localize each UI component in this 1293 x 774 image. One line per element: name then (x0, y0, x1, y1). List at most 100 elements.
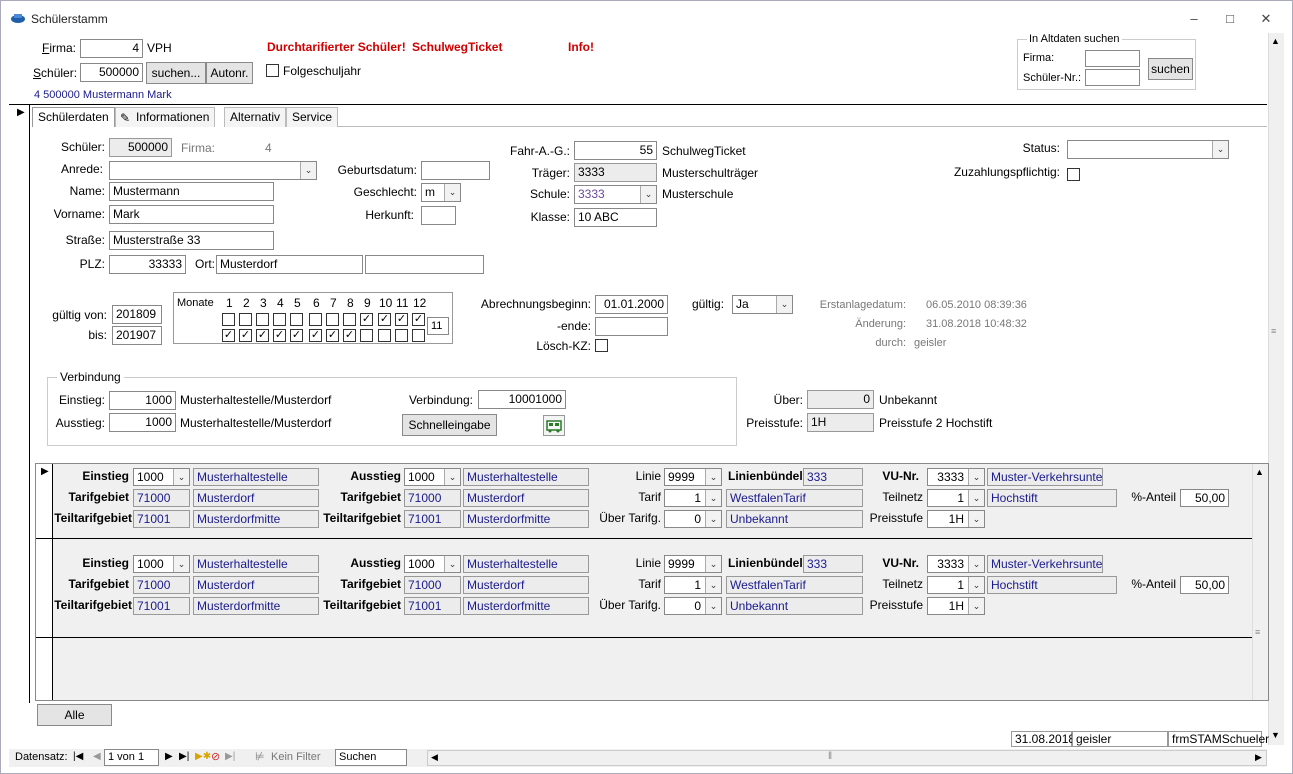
strasse-input[interactable]: Musterstraße 33 (109, 231, 274, 250)
route-tarif-select[interactable]: 1 ⌄ (664, 489, 722, 507)
month-checkbox[interactable] (290, 313, 303, 326)
new-record-icon[interactable]: ▶✱ (195, 751, 211, 762)
route-a-teiltarifgebiet-input[interactable]: 71001 (404, 597, 461, 615)
minimize-button[interactable]: – (1180, 9, 1208, 29)
month-checkbox[interactable]: ✓ (239, 329, 252, 342)
tab-informationen[interactable]: ✎ Informationen (115, 107, 216, 127)
close-button[interactable]: ✕ (1252, 9, 1280, 29)
preisstufe-input[interactable]: 1H (807, 413, 874, 432)
tab-schuelerdaten[interactable]: Schülerdaten (32, 107, 115, 127)
schule-select[interactable]: 3333 ⌄ (574, 185, 657, 204)
month-checkbox[interactable] (360, 329, 373, 342)
suchen-button[interactable]: suchen... (146, 62, 206, 84)
altdaten-suchen-button[interactable]: suchen (1148, 58, 1193, 80)
hscrollbar[interactable]: ◀ ‖ ▶ (427, 750, 1267, 766)
route-ueber-tarifg-select[interactable]: 0 ⌄ (664, 510, 722, 528)
month-checkbox[interactable]: ✓ (309, 329, 322, 342)
route-linie-select[interactable]: 9999 ⌄ (664, 555, 722, 573)
month-checkbox[interactable] (256, 313, 269, 326)
route-teilnetz-select[interactable]: 1 ⌄ (927, 489, 985, 507)
gueltig-von-input[interactable]: 201809 (112, 305, 162, 324)
zuzahlung-checkbox[interactable] (1067, 168, 1080, 181)
altdaten-schueler-input[interactable] (1085, 69, 1140, 86)
month-checkbox[interactable] (239, 313, 252, 326)
scroll-grip-icon[interactable]: ‖ (828, 751, 832, 762)
routes-vscrollbar[interactable]: ▲ ≡ (1252, 464, 1268, 700)
route-tarif-select[interactable]: 1 ⌄ (664, 576, 722, 594)
name-input[interactable]: Mustermann (109, 182, 274, 201)
schueler-input[interactable]: 500000 (80, 63, 143, 82)
alle-button[interactable]: Alle (37, 704, 112, 726)
main-vscrollbar[interactable]: ▲ ≡ ▼ (1268, 33, 1284, 745)
month-checkbox[interactable]: ✓ (360, 313, 373, 326)
herkunft-input[interactable] (421, 206, 456, 225)
altdaten-firma-input[interactable] (1085, 50, 1140, 67)
route-linienbuendel-input[interactable]: 333 (803, 468, 863, 486)
status-select[interactable]: ⌄ (1067, 140, 1229, 159)
scroll-grip-icon[interactable]: ≡ (1271, 326, 1276, 336)
route-einstieg-select[interactable]: 1000 ⌄ (133, 468, 190, 486)
delete-record-icon[interactable]: ⊘ (211, 750, 220, 763)
student-schueler-input[interactable]: 500000 (109, 138, 172, 157)
loesch-checkbox[interactable] (595, 339, 608, 352)
anrede-select[interactable]: ⌄ (109, 161, 317, 180)
vorname-input[interactable]: Mark (109, 205, 274, 224)
route-ausstieg-select[interactable]: 1000 ⌄ (404, 555, 461, 573)
route-ueber-tarifg-select[interactable]: 0 ⌄ (664, 597, 722, 615)
month-checkbox[interactable] (395, 329, 408, 342)
route-a-tarifgebiet-input[interactable]: 71000 (404, 489, 461, 507)
scroll-grip-icon[interactable]: ≡ (1255, 627, 1260, 637)
scroll-up-icon[interactable]: ▲ (1255, 467, 1264, 477)
month-checkbox[interactable] (273, 313, 286, 326)
route-ausstieg-select[interactable]: 1000 ⌄ (404, 468, 461, 486)
month-checkbox[interactable]: ✓ (395, 313, 408, 326)
ueber-input[interactable]: 0 (807, 390, 874, 409)
gueltig-select[interactable]: Ja ⌄ (732, 295, 793, 314)
month-checkbox[interactable]: ✓ (412, 313, 425, 326)
next-record-icon[interactable]: ▶ (165, 751, 173, 762)
restore-button[interactable]: □ (1216, 9, 1244, 29)
schnelleingabe-button[interactable]: Schnelleingabe (402, 414, 497, 436)
month-checkbox[interactable] (378, 329, 391, 342)
route-anteil-input[interactable]: 50,00 (1180, 576, 1229, 594)
route-einstieg-select[interactable]: 1000 ⌄ (133, 555, 190, 573)
tab-service[interactable]: Service (286, 107, 339, 127)
month-checkbox[interactable]: ✓ (256, 329, 269, 342)
month-checkbox[interactable] (222, 313, 235, 326)
route-a-teiltarifgebiet-input[interactable]: 71001 (404, 510, 461, 528)
filter-status[interactable]: Kein Filter (271, 751, 321, 763)
abrechnungsbeginn-input[interactable]: 01.01.2000 (595, 295, 668, 314)
route-vu-nr-select[interactable]: 3333 ⌄ (927, 468, 985, 486)
geburtsdatum-input[interactable] (421, 161, 490, 180)
folgeschuljahr-checkbox[interactable] (266, 64, 279, 77)
scroll-right-icon[interactable]: ▶ (1255, 752, 1262, 763)
ausstieg-input[interactable]: 1000 (109, 413, 176, 432)
scroll-up-icon[interactable]: ▲ (1271, 36, 1280, 46)
route-teilnetz-select[interactable]: 1 ⌄ (927, 576, 985, 594)
geschlecht-select[interactable]: m ⌄ (421, 183, 461, 202)
klasse-input[interactable]: 10 ABC (574, 208, 657, 227)
route-vu-nr-select[interactable]: 3333 ⌄ (927, 555, 985, 573)
scroll-down-icon[interactable]: ▼ (1271, 730, 1280, 740)
last-record-icon[interactable]: ▶| (179, 751, 189, 762)
verbindung-input[interactable]: 10001000 (478, 390, 566, 409)
fahr-input[interactable]: 55 (574, 141, 657, 160)
month-checkbox[interactable]: ✓ (290, 329, 303, 342)
month-checkbox[interactable] (309, 313, 322, 326)
ort-extra-input[interactable] (365, 255, 484, 274)
route-linie-select[interactable]: 9999 ⌄ (664, 468, 722, 486)
route-preisstufe-select[interactable]: 1H ⌄ (927, 510, 985, 528)
route-tarifgebiet-input[interactable]: 71000 (133, 576, 190, 594)
route-linienbuendel-input[interactable]: 333 (803, 555, 863, 573)
month-checkbox[interactable] (412, 329, 425, 342)
gueltig-bis-input[interactable]: 201907 (112, 326, 162, 345)
month-checkbox[interactable] (343, 313, 356, 326)
route-tarifgebiet-input[interactable]: 71000 (133, 489, 190, 507)
autonr-button[interactable]: Autonr. (206, 62, 253, 84)
info-flag[interactable]: Info! (568, 40, 594, 54)
month-checkbox[interactable] (326, 313, 339, 326)
month-checkbox[interactable]: ✓ (378, 313, 391, 326)
traeger-input[interactable]: 3333 (574, 163, 657, 182)
previous-record-icon[interactable]: ◀ (93, 751, 101, 762)
record-number-input[interactable]: 1 von 1 (104, 749, 159, 766)
